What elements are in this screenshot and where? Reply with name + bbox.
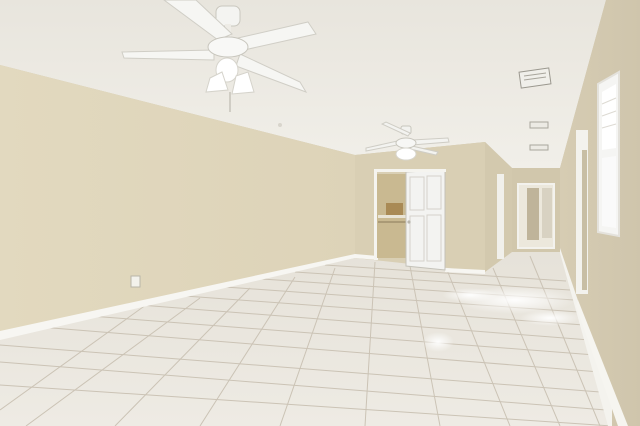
door-knob[interactable] [407,220,411,224]
closet-box [386,203,403,215]
room-illustration [0,0,640,426]
window-right[interactable] [597,70,620,238]
room-photo [0,0,640,426]
right-doorway-inner [582,150,587,290]
hallway-far-door[interactable] [527,188,539,240]
sunlight-patch [422,332,454,352]
closet-trim-top [374,169,446,172]
wall-outlet [130,275,141,288]
air-vent-small [529,144,549,151]
sunlight-patch [520,310,580,326]
hall-door-side[interactable] [497,174,504,259]
ceiling-sensor [278,123,282,127]
closet-door[interactable] [405,169,446,271]
closet-trim [374,170,377,260]
hallway-far-wall [542,188,552,238]
closet-shelf [378,215,406,218]
air-vent-small [529,121,549,129]
sunlight-patch [442,288,498,302]
